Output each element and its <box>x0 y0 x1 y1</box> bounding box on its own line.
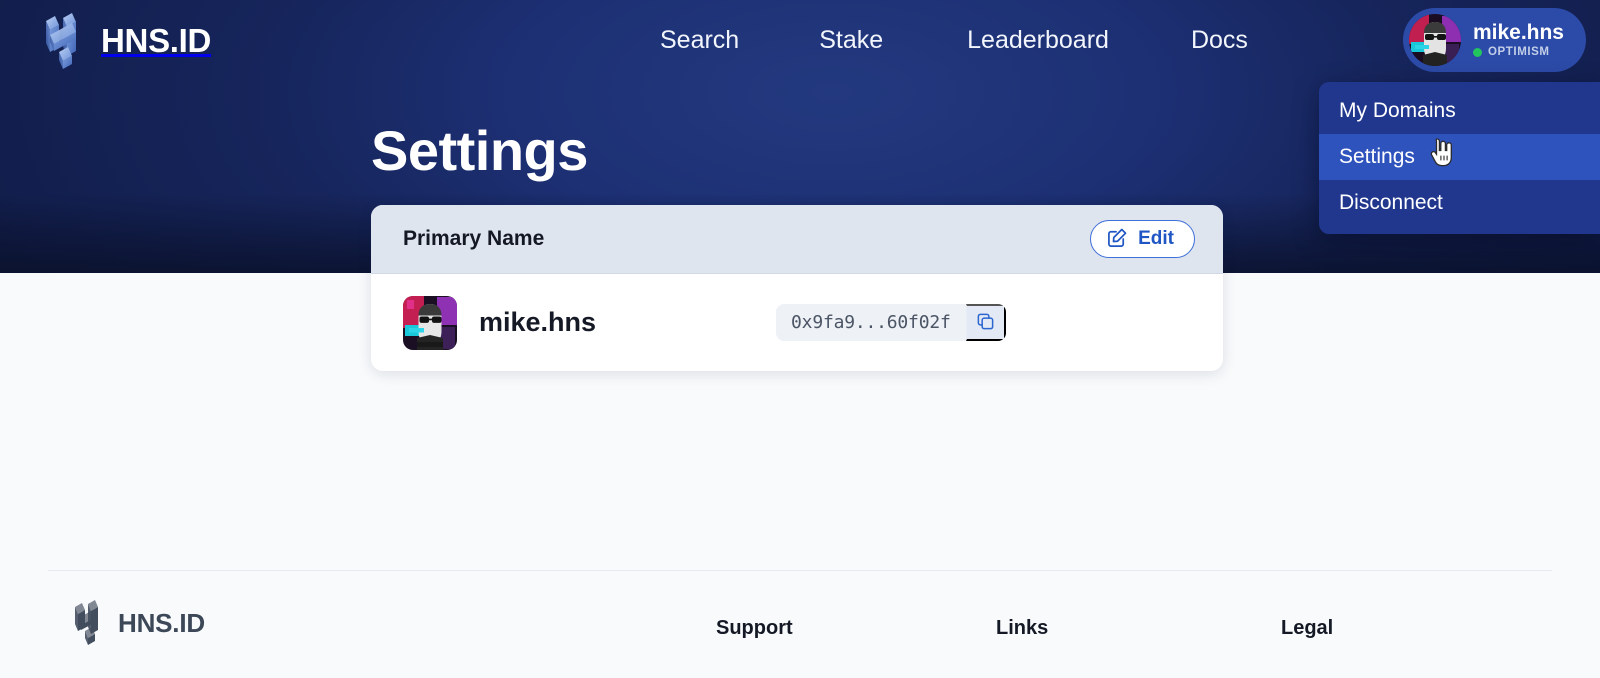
pencil-square-icon <box>1107 227 1128 251</box>
footer-column-legal: Legal <box>1281 617 1334 639</box>
user-dropdown-menu: My Domains Settings Disconnect <box>1319 82 1600 234</box>
page-footer: HNS.ID Support Links Legal <box>0 571 1600 678</box>
nav-links: Search Stake Leaderboard Docs <box>660 22 1248 59</box>
wallet-address: 0x9fa9...60f02f <box>776 304 966 341</box>
nav-item-leaderboard[interactable]: Leaderboard <box>967 22 1109 59</box>
footer-column-links: Links <box>996 617 1049 639</box>
status-dot-icon <box>1472 47 1482 57</box>
footer-brand-name: HNS.ID <box>118 607 205 638</box>
user-profile-pill[interactable]: mike.hns OPTIMISM <box>1402 8 1586 72</box>
footer-brand[interactable]: HNS.ID <box>64 600 205 646</box>
address-group: 0x9fa9...60f02f <box>776 304 1006 341</box>
brand-logo-link[interactable]: HNS.ID <box>32 12 211 70</box>
page-title: Settings <box>371 119 588 182</box>
edit-button-label: Edit <box>1138 228 1174 249</box>
hns-cube-logo-icon <box>64 600 108 646</box>
card-title: Primary Name <box>403 227 545 250</box>
copy-address-button[interactable] <box>965 304 1006 341</box>
copy-icon <box>976 312 995 334</box>
menu-item-settings[interactable]: Settings <box>1319 134 1600 180</box>
brand-name: HNS.ID <box>101 22 212 59</box>
nav-item-search[interactable]: Search <box>660 22 739 59</box>
user-network: OPTIMISM <box>1472 46 1564 59</box>
menu-item-label: Settings <box>1339 145 1415 168</box>
card-header: Primary Name Edit <box>371 205 1223 274</box>
menu-item-label: My Domains <box>1339 99 1456 122</box>
primary-name-card: Primary Name Edit mike.hns 0x9fa9...60f0… <box>371 205 1223 371</box>
user-meta: mike.hns OPTIMISM <box>1472 20 1564 59</box>
nav-item-docs[interactable]: Docs <box>1191 22 1248 59</box>
top-navbar: HNS.ID Search Stake Leaderboard Docs mik… <box>0 0 1600 82</box>
card-body: mike.hns 0x9fa9...60f02f <box>371 274 1223 371</box>
network-label: OPTIMISM <box>1487 46 1550 59</box>
menu-item-label: Disconnect <box>1339 191 1443 214</box>
hns-cube-logo-icon <box>32 12 88 70</box>
menu-item-disconnect[interactable]: Disconnect <box>1319 180 1600 226</box>
domain-avatar <box>403 295 457 350</box>
user-avatar <box>1408 14 1461 66</box>
nav-item-stake[interactable]: Stake <box>819 22 883 59</box>
menu-item-my-domains[interactable]: My Domains <box>1319 88 1600 134</box>
pointer-hand-cursor <box>1429 137 1455 167</box>
footer-column-support: Support <box>716 617 793 639</box>
domain-name: mike.hns <box>479 307 597 337</box>
edit-button[interactable]: Edit <box>1090 220 1195 258</box>
user-name: mike.hns <box>1472 20 1564 44</box>
